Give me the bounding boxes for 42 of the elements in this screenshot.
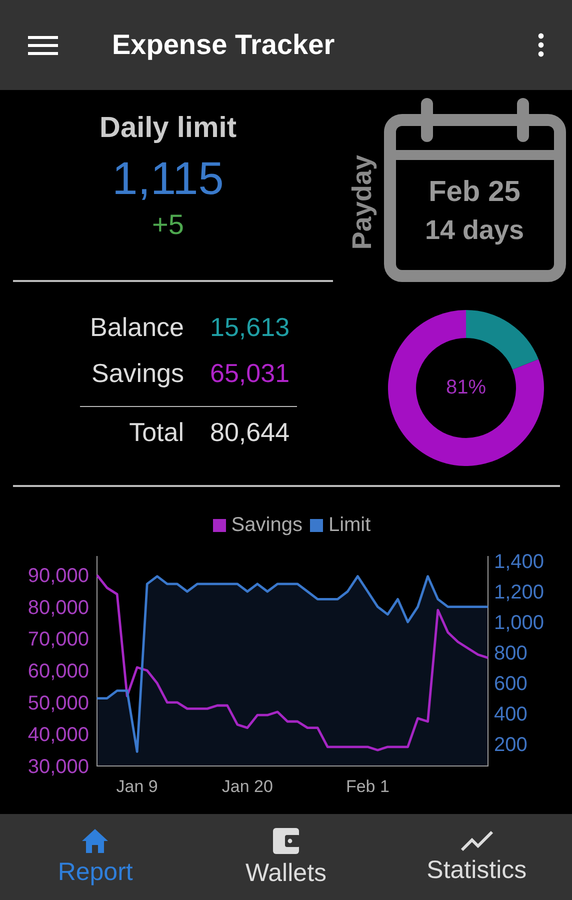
axis-tick-label: 70,000: [28, 628, 89, 651]
legend-label: Savings: [231, 514, 302, 536]
axis-tick-label: 200: [494, 734, 528, 756]
balance-label: Balance: [89, 312, 184, 343]
home-icon: [81, 828, 110, 854]
balance-value: 15,613: [210, 312, 290, 343]
payday-date: Feb 25: [428, 176, 520, 209]
daily-limit-change: +5: [152, 209, 184, 241]
axis-tick-label: 400: [494, 704, 528, 726]
nav-tab[interactable]: Wallets: [190, 814, 382, 900]
calendar-icon: [384, 98, 566, 282]
daily-limit-amount: 1,115: [112, 151, 224, 205]
balance-value: 65,031: [210, 358, 290, 389]
nav-tab[interactable]: Statistics: [381, 814, 572, 900]
axis-tick-label: 600: [494, 673, 528, 696]
axis-tick-label: 1,400: [494, 551, 544, 574]
donut-percentage: 81%: [446, 376, 486, 400]
axis-tick-label: 30,000: [28, 756, 89, 778]
wallet-icon: [272, 826, 300, 854]
payday-label: Payday: [346, 155, 378, 250]
menu-button[interactable]: [28, 35, 58, 55]
total-value: 80,644: [210, 417, 290, 448]
menu-icon: [28, 35, 58, 55]
more-icon: [538, 33, 544, 57]
trend-icon: [460, 830, 493, 852]
axis-tick-label: 90,000: [28, 565, 89, 588]
daily-limit-label: Daily limit: [100, 112, 236, 145]
balance-label: Savings: [90, 358, 184, 389]
axis-tick-label: 1,200: [494, 582, 544, 604]
axis-tick-label: 80,000: [28, 596, 89, 619]
payday-countdown: 14 days: [424, 215, 524, 246]
axis-tick-label: Jan 20: [222, 777, 273, 796]
axis-tick-label: 1,000: [494, 612, 544, 634]
total-label: Total: [128, 417, 184, 448]
axis-tick-label: 800: [494, 642, 528, 665]
app-title: Expense Tracker: [112, 29, 336, 61]
axis-tick-label: 50,000: [28, 692, 89, 714]
legend-label: Limit: [328, 514, 371, 536]
axis-tick-label: 40,000: [28, 724, 89, 746]
axis-tick-label: Jan 9: [116, 777, 158, 796]
axis-tick-label: 60,000: [28, 660, 89, 683]
axis-tick-label: Feb 1: [346, 777, 390, 796]
